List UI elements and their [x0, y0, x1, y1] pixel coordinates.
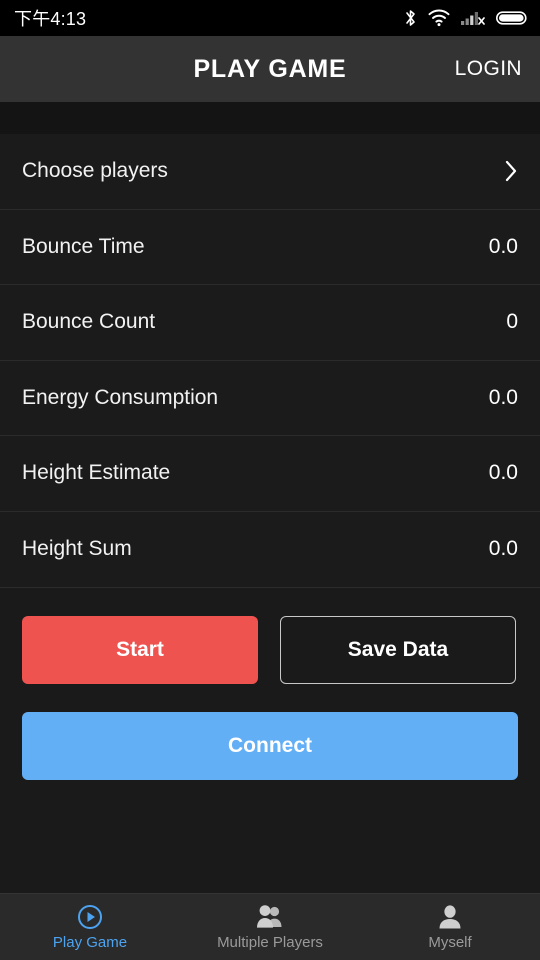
cellular-signal-no-sim-icon: [461, 9, 485, 27]
nav-label-multiple-players: Multiple Players: [217, 933, 323, 951]
stat-value: 0.0: [488, 461, 518, 485]
stat-value: 0.0: [488, 537, 518, 561]
stat-label: Bounce Count: [22, 310, 156, 334]
stats-list: Choose players Bounce Time 0.0 Bounce Co…: [0, 134, 540, 588]
table-row: Height Estimate 0.0: [0, 436, 540, 512]
choose-players-label: Choose players: [22, 159, 168, 183]
table-row: Bounce Count 0: [0, 285, 540, 361]
people-group-icon: [255, 904, 285, 930]
stat-label: Bounce Time: [22, 234, 145, 258]
table-row: Bounce Time 0.0: [0, 209, 540, 285]
nav-label-play-game: Play Game: [52, 933, 128, 951]
page-title: PLAY GAME: [193, 54, 347, 83]
stat-value: 0.0: [488, 234, 518, 258]
save-data-button[interactable]: Save Data: [280, 616, 516, 684]
actions-panel: Start Save Data Connect: [0, 588, 540, 893]
battery-icon: [496, 10, 528, 26]
bluetooth-icon: [404, 8, 417, 28]
nav-item-play-game[interactable]: Play Game: [0, 894, 180, 960]
login-button[interactable]: LOGIN: [455, 57, 522, 81]
stat-value: 0.0: [488, 385, 518, 409]
stat-label: Energy Consumption: [22, 385, 219, 409]
table-row: Height Sum 0.0: [0, 511, 540, 587]
nav-label-myself: Myself: [428, 933, 472, 951]
bottom-navigation: Play Game Multiple Players Myself: [0, 893, 540, 960]
choose-players-row[interactable]: Choose players: [0, 134, 540, 210]
stat-value: 0: [506, 310, 518, 334]
nav-item-myself[interactable]: Myself: [360, 894, 540, 960]
connect-button[interactable]: Connect: [22, 712, 518, 780]
status-bar-icons: [404, 8, 528, 28]
header-spacer: [0, 102, 540, 134]
play-circle-icon: [77, 904, 103, 930]
app-screen: 下午4:13 PLAY GAME LOGIN Choose players Bo…: [0, 0, 540, 960]
stat-label: Height Sum: [22, 537, 132, 561]
chevron-right-icon: [504, 159, 518, 183]
person-icon: [438, 904, 462, 930]
table-row: Energy Consumption 0.0: [0, 360, 540, 436]
status-bar: 下午4:13: [0, 0, 540, 36]
app-header: PLAY GAME LOGIN: [0, 36, 540, 102]
stat-label: Height Estimate: [22, 461, 171, 485]
start-button[interactable]: Start: [22, 616, 258, 684]
nav-item-multiple-players[interactable]: Multiple Players: [180, 894, 360, 960]
status-bar-time: 下午4:13: [14, 9, 87, 29]
primary-button-row: Start Save Data: [22, 616, 518, 684]
wifi-icon: [428, 9, 450, 27]
